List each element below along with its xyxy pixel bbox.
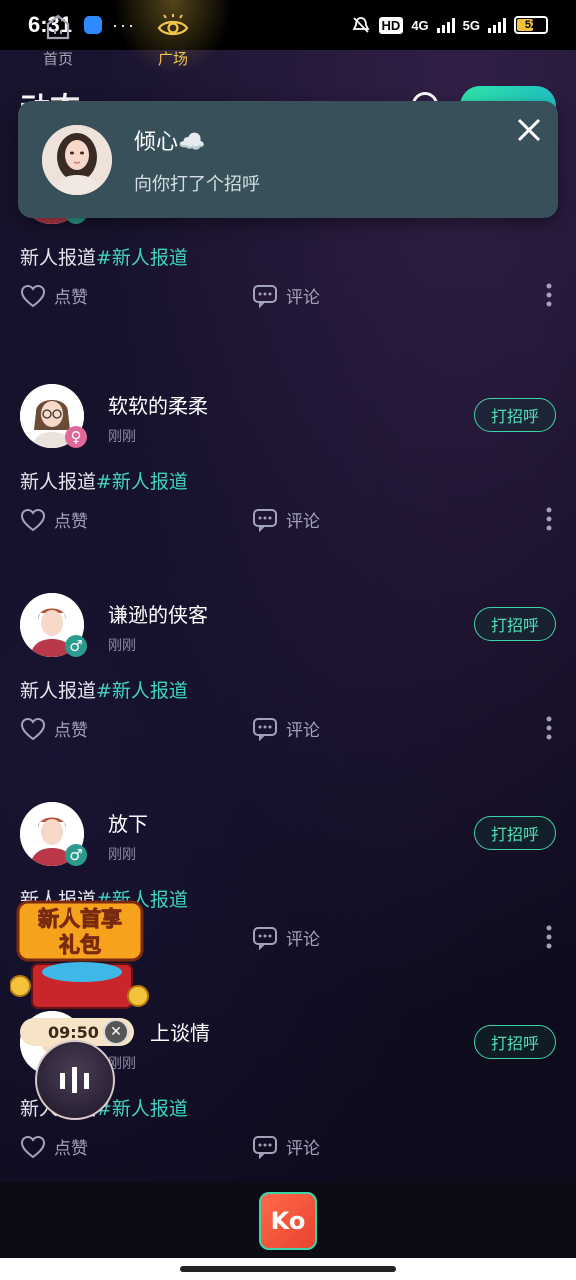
feed-post: ♀ 软软的柔柔 刚刚 打招呼 新人报道#新人报道 点赞 评论 bbox=[0, 384, 576, 593]
post-username[interactable]: 谦逊的侠客 bbox=[108, 599, 208, 628]
notification-sender-name: 倾心☁️ bbox=[134, 129, 206, 155]
post-actions: 点赞 评论 bbox=[20, 507, 556, 535]
signal-icon bbox=[436, 17, 455, 33]
tab-home-label: 首页 bbox=[42, 50, 73, 68]
close-icon[interactable]: ✕ bbox=[103, 1019, 129, 1045]
comment-button[interactable]: 评论 bbox=[252, 716, 320, 741]
post-actions: 点赞 评论 bbox=[20, 716, 556, 744]
comment-icon bbox=[253, 508, 277, 532]
comment-icon bbox=[253, 284, 277, 308]
notification-message: 向你打了个招呼 bbox=[134, 173, 260, 195]
home-icon bbox=[46, 14, 70, 40]
comment-button[interactable]: 评论 bbox=[252, 925, 320, 950]
heart-icon bbox=[20, 508, 46, 531]
heart-icon bbox=[20, 717, 46, 740]
gift-title-text: 新人首享 bbox=[38, 907, 122, 931]
female-gender-icon: ♀ bbox=[65, 426, 87, 448]
comment-button[interactable]: 评论 bbox=[252, 507, 320, 532]
male-gender-icon: ♂ bbox=[65, 844, 87, 866]
floating-player-icon[interactable] bbox=[35, 1040, 115, 1120]
network-5g-label: 5G bbox=[462, 17, 480, 33]
comment-label: 评论 bbox=[286, 721, 320, 741]
new-user-gift-promo[interactable]: 新人首享 礼包 bbox=[9, 898, 150, 1016]
post-text: 新人报道 bbox=[20, 471, 97, 493]
tab-square[interactable]: 广场 bbox=[113, 0, 233, 76]
feed-post: ♂ 谦逊的侠客 刚刚 打招呼 新人报道#新人报道 点赞 评论 bbox=[0, 593, 576, 802]
post-content: 新人报道#新人报道 bbox=[20, 467, 188, 494]
post-text: 新人报道 bbox=[20, 680, 97, 702]
network-4g-label: 4G bbox=[411, 17, 429, 33]
post-content: 新人报道#新人报道 bbox=[20, 676, 188, 703]
eye-icon bbox=[157, 14, 189, 36]
signal-icon-2 bbox=[488, 17, 506, 33]
post-time: 刚刚 bbox=[108, 638, 136, 654]
like-button[interactable]: 点赞 bbox=[20, 716, 88, 741]
comment-button[interactable]: 评论 bbox=[252, 1134, 320, 1159]
like-button[interactable]: 点赞 bbox=[20, 507, 88, 532]
more-options-icon[interactable] bbox=[546, 925, 556, 949]
post-actions: 点赞 评论 bbox=[20, 283, 556, 311]
post-hashtag[interactable]: #新人报道 bbox=[96, 247, 188, 269]
hd-icon: HD bbox=[378, 16, 404, 34]
more-options-icon[interactable] bbox=[546, 507, 556, 531]
more-options-icon[interactable] bbox=[546, 716, 556, 740]
close-icon[interactable] bbox=[514, 115, 544, 145]
comment-icon bbox=[253, 926, 277, 950]
male-gender-icon: ♂ bbox=[65, 635, 87, 657]
post-username[interactable]: 放下 bbox=[108, 808, 148, 837]
tab-home[interactable]: 首页 bbox=[0, 0, 118, 76]
post-time: 刚刚 bbox=[108, 429, 136, 445]
gift-title-text-2: 礼包 bbox=[59, 933, 101, 957]
notification-avatar bbox=[42, 124, 112, 195]
battery-level: 52 bbox=[524, 19, 538, 31]
greeting-notification[interactable]: 倾心☁️ 向你打了个招呼 bbox=[18, 101, 558, 218]
tab-square-label: 广场 bbox=[157, 50, 188, 68]
post-content: 新人报道#新人报道 bbox=[20, 243, 188, 270]
comment-icon bbox=[253, 1135, 277, 1159]
like-button[interactable]: 点赞 bbox=[20, 283, 88, 308]
comment-button[interactable]: 评论 bbox=[252, 283, 320, 308]
comment-label: 评论 bbox=[286, 1139, 320, 1159]
post-hashtag[interactable]: #新人报道 bbox=[96, 680, 188, 702]
post-time: 刚刚 bbox=[108, 847, 136, 863]
status-icons: HD 4G 5G 52 bbox=[351, 15, 548, 35]
post-hashtag[interactable]: #新人报道 bbox=[96, 1098, 188, 1120]
post-username[interactable]: 上谈情 bbox=[150, 1017, 210, 1046]
like-label: 点赞 bbox=[54, 1139, 88, 1159]
heart-icon bbox=[20, 284, 46, 307]
like-button[interactable]: 点赞 bbox=[20, 1134, 88, 1159]
greet-button[interactable]: 打招呼 bbox=[474, 607, 556, 641]
heart-icon bbox=[20, 1135, 46, 1158]
comment-icon bbox=[253, 717, 277, 741]
like-label: 点赞 bbox=[54, 721, 88, 741]
greet-button[interactable]: 打招呼 bbox=[474, 398, 556, 432]
like-label: 点赞 bbox=[54, 512, 88, 532]
post-actions: 点赞 评论 bbox=[20, 1134, 556, 1162]
comment-label: 评论 bbox=[286, 288, 320, 308]
like-label: 点赞 bbox=[54, 288, 88, 308]
post-hashtag[interactable]: #新人报道 bbox=[96, 471, 188, 493]
comment-label: 评论 bbox=[286, 930, 320, 950]
battery-icon: 52 bbox=[514, 16, 548, 34]
mute-icon bbox=[352, 17, 369, 33]
greet-button[interactable]: 打招呼 bbox=[474, 816, 556, 850]
more-options-icon[interactable] bbox=[546, 283, 556, 307]
system-home-indicator bbox=[0, 1258, 576, 1280]
post-username[interactable]: 软软的柔柔 bbox=[108, 390, 208, 419]
comment-label: 评论 bbox=[286, 512, 320, 532]
center-app-button[interactable]: Ko bbox=[259, 1192, 317, 1250]
post-text: 新人报道 bbox=[20, 247, 97, 269]
home-indicator-pill[interactable] bbox=[180, 1266, 396, 1272]
greet-button[interactable]: 打招呼 bbox=[474, 1025, 556, 1059]
